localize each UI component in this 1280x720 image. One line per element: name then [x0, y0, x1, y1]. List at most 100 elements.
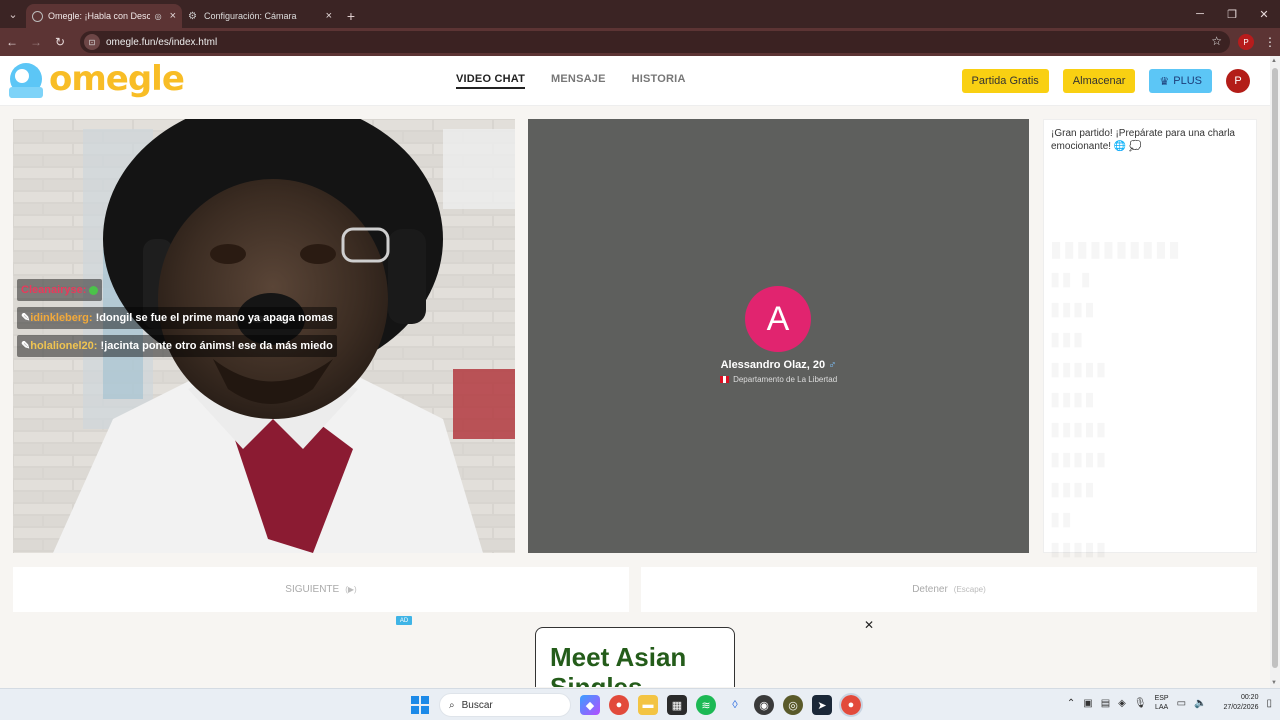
language-layout: LAA — [1154, 704, 1169, 711]
plus-button[interactable]: ♛ PLUS — [1149, 69, 1212, 93]
url-text: omegle.fun/es/index.html — [106, 36, 218, 48]
self-video-feed: Cleanairyse: ✎idinkleberg: !dongil se fu… — [13, 119, 515, 553]
url-field[interactable]: ⊡ omegle.fun/es/index.html ☆ — [80, 31, 1230, 53]
plus-label: PLUS — [1173, 75, 1202, 87]
site-info-icon[interactable]: ⊡ — [84, 34, 100, 50]
taskbar-apps: ⌕ Buscar ◆ ● ▬ ▦ ≋ ◊ ◉ ◎ ➤ ● — [410, 693, 863, 717]
close-tab-icon[interactable]: × — [326, 10, 332, 22]
taskbar-search[interactable]: ⌕ Buscar — [439, 693, 571, 717]
pencil-icon: ✎ — [21, 312, 31, 324]
stop-button[interactable]: Detener (Escape) — [641, 567, 1257, 612]
stranger-video-feed: A Alessandro Olaz, 20 ♂ Departamento de … — [528, 119, 1029, 553]
chat-text: !dongil se fue el prime mano ya apaga no… — [95, 312, 334, 324]
ad-badge: AD — [396, 616, 412, 625]
stranger-location-text: Departamento de La Libertad — [733, 375, 838, 384]
browser-menu-icon[interactable]: ⋮ — [1264, 35, 1276, 49]
volume-icon[interactable]: 🔈 — [1194, 698, 1206, 709]
chevron-up-icon[interactable]: ⌃ — [1067, 698, 1075, 709]
clock-date: 27/02/2026 — [1223, 704, 1259, 711]
system-message: ¡Gran partido! ¡Prepárate para una charl… — [1051, 128, 1235, 152]
chat-username: idinkleberg: — [30, 312, 93, 324]
chat-message: ✎holalionel20: !jacinta ponte otro ánims… — [17, 335, 337, 357]
male-icon: ♂ — [828, 359, 837, 371]
language-code: ESP — [1154, 695, 1169, 702]
obs-icon[interactable]: ◉ — [754, 695, 774, 715]
ad-text-line2: Singles — [550, 672, 643, 687]
nav-messages[interactable]: MENSAJE — [551, 73, 606, 89]
network-icon[interactable]: ▭ — [1177, 698, 1186, 709]
bookmark-star-icon[interactable]: ☆ — [1211, 34, 1222, 48]
windows-taskbar: ⌕ Buscar ◆ ● ▬ ▦ ≋ ◊ ◉ ◎ ➤ ● ⌃ ▣ ▤ ◈ 🎙 E… — [0, 688, 1280, 720]
browser-profile-avatar[interactable]: P — [1238, 34, 1254, 50]
status-dot-icon — [89, 285, 99, 295]
stranger-name-text: Alessandro Olaz, 20 — [720, 359, 826, 371]
ad-close-icon[interactable]: ✕ — [864, 618, 874, 632]
ad-banner[interactable]: Meet Asian Singles — [535, 627, 735, 687]
site-header: omegle VIDEO CHAT MENSAJE HISTORIA Parti… — [0, 56, 1270, 106]
stranger-location: Departamento de La Libertad — [528, 375, 1029, 384]
nav-video-chat[interactable]: VIDEO CHAT — [456, 73, 526, 89]
scroll-down-icon[interactable]: ▼ — [1271, 680, 1277, 686]
header-actions: Partida Gratis Almacenar ♛ PLUS P — [961, 69, 1250, 93]
chrome-profile-icon[interactable]: ● — [839, 693, 863, 717]
tab-settings-camera[interactable]: ⚙ Configuración: Cámara × — [182, 4, 338, 28]
close-window-icon[interactable]: ✕ — [1248, 0, 1280, 28]
peru-flag-icon — [719, 376, 729, 384]
clock[interactable]: 00:20 27/02/2026 — [1214, 693, 1258, 713]
stop-label: Detener — [912, 584, 948, 595]
clock-time: 00:20 — [1240, 694, 1259, 701]
scrollbar-thumb[interactable] — [1272, 68, 1278, 668]
next-button[interactable]: SIGUIENTE (▶) — [13, 567, 629, 612]
system-tray: ⌃ ▣ ▤ ◈ 🎙 ESP LAA ▭ 🔈 00:20 27/02/2026 ▯ — [1067, 693, 1272, 713]
pencil-icon: ✎ — [21, 340, 31, 352]
window-controls: ─ ❐ ✕ — [1184, 0, 1280, 28]
scroll-up-icon[interactable]: ▲ — [1271, 58, 1277, 64]
stranger-name: Alessandro Olaz, 20 ♂ — [528, 359, 1029, 371]
nav-history[interactable]: HISTORIA — [632, 73, 686, 89]
minimize-icon[interactable]: ─ — [1184, 0, 1216, 28]
app-icon[interactable]: ◎ — [783, 695, 803, 715]
close-tab-icon[interactable]: × — [170, 10, 176, 22]
main-nav: VIDEO CHAT MENSAJE HISTORIA — [456, 73, 686, 89]
file-explorer-icon[interactable]: ▬ — [638, 695, 658, 715]
steam-tray-icon[interactable]: ◈ — [1118, 698, 1126, 709]
windows-start-icon[interactable] — [410, 695, 430, 715]
user-avatar[interactable]: P — [1226, 69, 1250, 93]
back-icon[interactable]: ← — [0, 28, 24, 56]
forward-icon[interactable]: → — [24, 28, 48, 56]
vscode-icon[interactable]: ◊ — [725, 695, 745, 715]
gear-icon: ⚙ — [188, 10, 197, 22]
free-match-button[interactable]: Partida Gratis — [961, 69, 1049, 93]
tab-search-button[interactable]: ⌄ — [0, 0, 26, 28]
steam-icon[interactable]: ➤ — [812, 695, 832, 715]
language-indicator[interactable]: ESP LAA — [1155, 694, 1169, 712]
chrome-icon[interactable]: ● — [609, 695, 629, 715]
spotify-icon[interactable]: ≋ — [696, 695, 716, 715]
omegle-logo[interactable]: omegle — [7, 59, 185, 100]
store-button[interactable]: Almacenar — [1062, 69, 1136, 93]
ad-text-line1: Meet Asian — [550, 642, 687, 672]
new-tab-button[interactable]: + — [338, 4, 364, 28]
microphone-icon[interactable]: 🎙 — [1134, 698, 1147, 709]
chat-message: ✎idinkleberg: !dongil se fue el prime ma… — [17, 307, 338, 329]
copilot-icon[interactable]: ◆ — [580, 695, 600, 715]
notification-icon[interactable]: ▯ — [1266, 698, 1272, 709]
page-scrollbar[interactable]: ▲ ▼ — [1270, 56, 1280, 688]
maximize-icon[interactable]: ❐ — [1216, 0, 1248, 28]
store-icon[interactable]: ▦ — [667, 695, 687, 715]
search-icon: ⌕ — [449, 699, 455, 711]
globe-icon — [32, 10, 43, 22]
logo-bubble-icon — [9, 63, 43, 98]
next-label: SIGUIENTE — [285, 584, 340, 595]
reload-icon[interactable]: ↻ — [48, 28, 72, 56]
logo-text: omegle — [49, 59, 185, 99]
chat-username: holalionel20: — [30, 340, 98, 352]
audio-icon[interactable]: ◎ — [155, 12, 162, 21]
chat-overlay: Cleanairyse: ✎idinkleberg: !dongil se fu… — [17, 279, 338, 363]
tab-omegle[interactable]: Omegle: ¡Habla con Descon ◎ × — [26, 4, 182, 28]
tray-app-icon[interactable]: ▣ — [1083, 698, 1092, 709]
chat-username: Cleanairyse: — [21, 284, 87, 296]
tray-app-icon[interactable]: ▤ — [1101, 698, 1110, 709]
chat-message: Cleanairyse: — [17, 279, 103, 301]
next-shortcut-hint: (▶) — [345, 585, 357, 594]
